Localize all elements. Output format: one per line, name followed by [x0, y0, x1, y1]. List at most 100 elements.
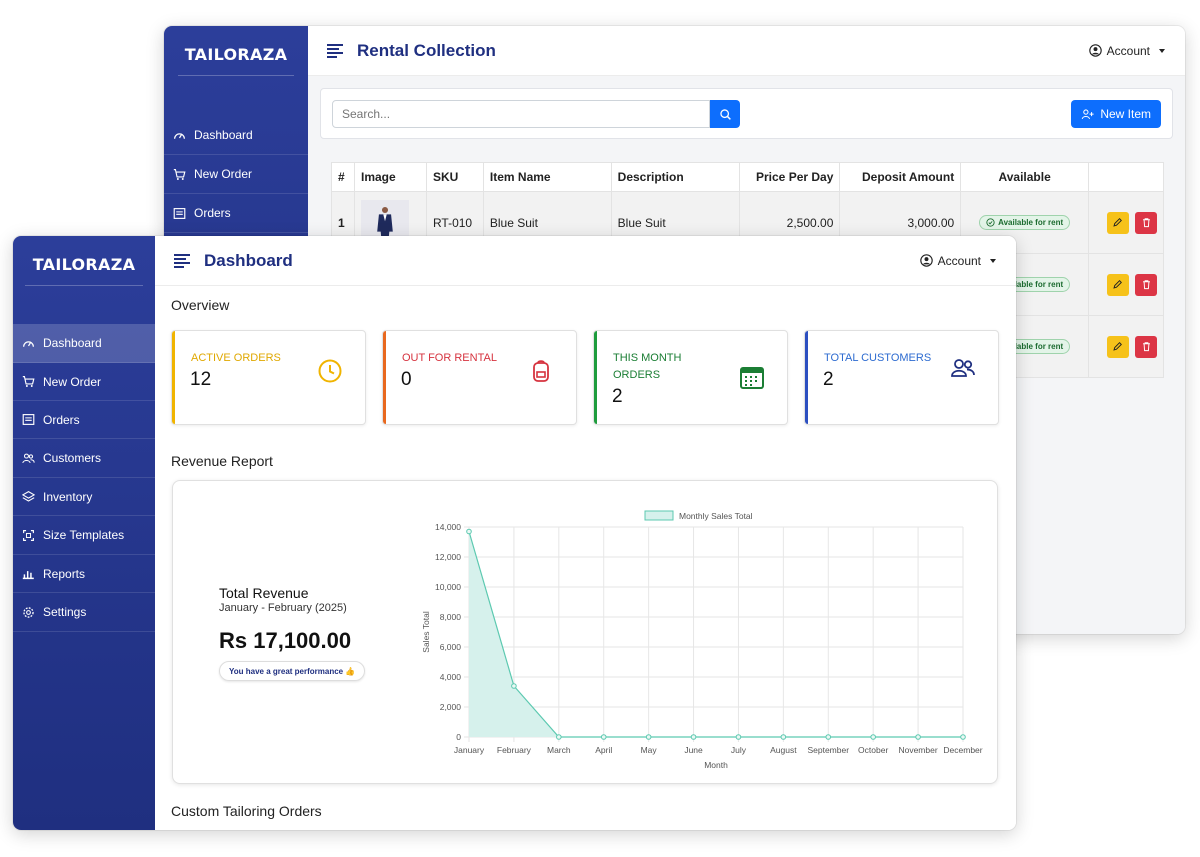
search-input[interactable] [332, 100, 710, 128]
rental-topbar: Rental Collection Account [308, 26, 1185, 76]
layers-icon [22, 491, 35, 502]
custom-orders-title: Custom Tailoring Orders [171, 803, 322, 819]
calendar-icon [740, 367, 764, 389]
clock-icon [318, 359, 342, 383]
stat-card-month-orders[interactable]: THIS MONTH ORDERS 2 [593, 330, 788, 425]
chevron-down-icon [1159, 48, 1165, 53]
account-menu[interactable]: Account [919, 253, 996, 268]
delete-button[interactable] [1135, 211, 1157, 234]
sidebar-item-label: Orders [43, 412, 80, 427]
data-point [780, 734, 787, 740]
y-tick-label: 14,000 [435, 522, 461, 532]
account-menu[interactable]: Account [1088, 44, 1165, 58]
gauge-icon [23, 340, 34, 347]
users-icon [22, 453, 35, 463]
people-icon [951, 359, 975, 377]
search-button[interactable] [710, 100, 740, 128]
sidebar-item-label: Reports [43, 566, 86, 581]
brand-divider [178, 75, 294, 76]
delete-button[interactable] [1135, 273, 1157, 296]
pencil-icon [1113, 280, 1123, 289]
account-label: Account [937, 253, 981, 268]
sidebar-item-label: Size Templates [43, 528, 125, 542]
sidebar-item-new-order[interactable]: New Order [13, 363, 155, 401]
page-title: Rental Collection [357, 40, 496, 60]
actions-cell [1088, 315, 1164, 378]
sidebar-item-new-order[interactable]: New Order [164, 155, 308, 194]
revenue-chart: 0 2,000 4,000 6,000 8,000 10,000 12,000 14,000 J… [421, 510, 983, 770]
sidebar-item-reports[interactable]: Reports [13, 555, 155, 593]
check-circle-icon [986, 218, 995, 227]
column-header: Deposit Amount [839, 162, 962, 192]
column-header: Item Name [482, 162, 612, 192]
data-point [825, 734, 832, 740]
data-point [645, 734, 652, 740]
sidebar-item-label: Customers [43, 451, 102, 465]
x-tick-label: February [497, 745, 532, 755]
brand-divider [25, 285, 143, 286]
sidebar-item-settings[interactable]: Settings [13, 593, 155, 632]
y-tick-label: 8,000 [440, 612, 462, 622]
chevron-down-icon [990, 258, 996, 263]
dashboard-sidebar: TAILORAZA Dashboard New Order Orders Cus… [13, 236, 155, 830]
menu-toggle-icon[interactable] [174, 253, 190, 268]
column-header: # [331, 162, 355, 192]
x-axis-title: Month [704, 760, 728, 770]
dashboard-window: TAILORAZA Dashboard New Order Orders Cus… [13, 236, 1016, 830]
x-tick-label: October [858, 745, 888, 755]
stat-card-total-customers[interactable]: TOTAL CUSTOMERS 2 [804, 330, 999, 425]
bar-chart-icon [22, 571, 34, 580]
stat-value: 2 [823, 369, 834, 390]
new-item-label: New Item [1100, 107, 1151, 121]
column-header: Description [610, 162, 740, 192]
data-point [466, 528, 472, 535]
trash-icon [1142, 342, 1150, 352]
data-point [690, 734, 697, 740]
resize-icon [23, 529, 34, 541]
data-point [556, 734, 562, 740]
y-axis-title: Sales Total [421, 611, 431, 653]
x-tick-label: April [595, 745, 612, 755]
sidebar-item-size-templates[interactable]: Size Templates [13, 516, 155, 555]
stat-label: ACTIVE ORDERS [191, 352, 281, 364]
sidebar-item-dashboard[interactable]: Dashboard [164, 116, 308, 155]
sidebar-item-orders[interactable]: Orders [164, 194, 308, 233]
dashboard-main: Dashboard Account Overview ACTIVE ORDERS… [155, 236, 1016, 830]
list-icon [22, 414, 35, 425]
sidebar-item-label: New Order [43, 374, 102, 389]
sidebar-item-orders[interactable]: Orders [13, 401, 155, 439]
delete-button[interactable] [1135, 335, 1157, 358]
x-tick-label: November [898, 745, 937, 755]
status-badge: Available for rent [979, 215, 1071, 230]
sidebar-item-dashboard[interactable]: Dashboard [13, 324, 155, 363]
sidebar-item-customers[interactable]: Customers [13, 439, 155, 478]
x-tick-label: March [547, 745, 571, 755]
edit-button[interactable] [1106, 211, 1129, 234]
trash-icon [1142, 280, 1150, 290]
x-tick-label: July [731, 745, 747, 755]
stat-value: 2 [612, 386, 623, 407]
backpack-icon [533, 360, 549, 382]
edit-button[interactable] [1106, 273, 1129, 296]
y-tick-label: 2,000 [440, 702, 462, 712]
revenue-card: Total Revenue January - February (2025) … [172, 480, 998, 784]
sidebar-item-inventory[interactable]: Inventory [13, 478, 155, 516]
sidebar-item-label: Dashboard [43, 336, 102, 350]
stat-card-active-orders[interactable]: ACTIVE ORDERS 12 [171, 330, 366, 425]
search-card: New Item [320, 88, 1173, 139]
y-tick-label: 0 [456, 732, 461, 742]
list-icon [173, 207, 186, 219]
sidebar-nav: Dashboard New Order Orders Customers Inv… [13, 324, 155, 632]
sidebar-item-label: New Order [194, 167, 253, 181]
stat-value: 0 [401, 369, 412, 390]
new-item-button[interactable]: New Item [1071, 100, 1161, 128]
edit-button[interactable] [1106, 335, 1129, 358]
menu-toggle-icon[interactable] [327, 43, 343, 58]
user-circle-icon [919, 254, 933, 267]
column-header: SKU [425, 162, 484, 192]
revenue-section-title: Revenue Report [171, 453, 273, 469]
dashboard-topbar: Dashboard Account [155, 236, 1016, 286]
stat-card-out-for-rental[interactable]: OUT FOR RENTAL 0 [382, 330, 577, 425]
series-line [468, 531, 963, 738]
x-tick-label: June [684, 745, 703, 755]
